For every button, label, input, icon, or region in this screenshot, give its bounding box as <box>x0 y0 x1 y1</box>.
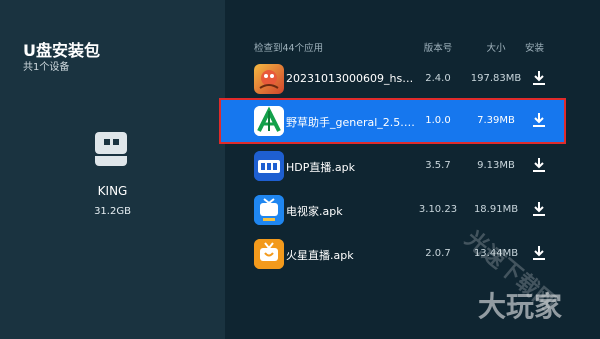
device-count: 共1个设备 <box>23 62 70 73</box>
download-icon[interactable] <box>532 157 546 173</box>
app-version: 2.0.7 <box>425 248 451 259</box>
app-name: 20231013000609_hsahc_... <box>286 72 416 85</box>
version-header: 版本号 <box>423 43 453 54</box>
download-icon[interactable] <box>532 245 546 261</box>
download-icon[interactable] <box>532 112 546 128</box>
list-item[interactable]: HDP直播.apk 3.5.7 9.13MB <box>220 144 565 188</box>
app-size: 18.91MB <box>473 204 519 215</box>
device-name: KING <box>97 184 128 198</box>
app-name: 电视家.apk <box>286 205 343 218</box>
app-count-header: 检查到44个应用 <box>254 43 324 54</box>
watermark-logo: 大玩家 <box>478 290 563 323</box>
app-name: 野草助手_general_2.5.110... <box>286 116 416 129</box>
app-version: 2.4.0 <box>425 73 451 84</box>
app-size: 9.13MB <box>477 160 515 171</box>
app-version: 1.0.0 <box>425 115 451 126</box>
install-header: 安装 <box>525 43 545 54</box>
app-size: 197.83MB <box>470 73 522 84</box>
yecao-app-icon <box>254 106 284 136</box>
app-size: 7.39MB <box>477 115 515 126</box>
hdp-app-icon <box>254 151 284 181</box>
game-app-icon <box>254 64 284 94</box>
size-header: 大小 <box>486 43 506 54</box>
sidebar: U盘安装包 共1个设备 KING 31.2GB <box>0 0 225 339</box>
mars-app-icon <box>254 239 284 269</box>
app-name: HDP直播.apk <box>286 161 355 174</box>
app-version: 3.5.7 <box>425 160 451 171</box>
list-item-selected[interactable]: 野草助手_general_2.5.110... 1.0.0 7.39MB <box>219 98 566 144</box>
download-icon[interactable] <box>532 70 546 86</box>
tvhome-app-icon <box>254 195 284 225</box>
list-item[interactable]: 20231013000609_hsahc_... 2.4.0 197.83MB <box>220 57 565 101</box>
app-version: 3.10.23 <box>418 204 458 215</box>
device-size: 31.2GB <box>94 206 131 217</box>
usb-drive-icon[interactable] <box>95 132 127 166</box>
list-item[interactable]: 电视家.apk 3.10.23 18.91MB <box>220 188 565 232</box>
app-name: 火星直播.apk <box>286 249 354 262</box>
download-icon[interactable] <box>532 201 546 217</box>
